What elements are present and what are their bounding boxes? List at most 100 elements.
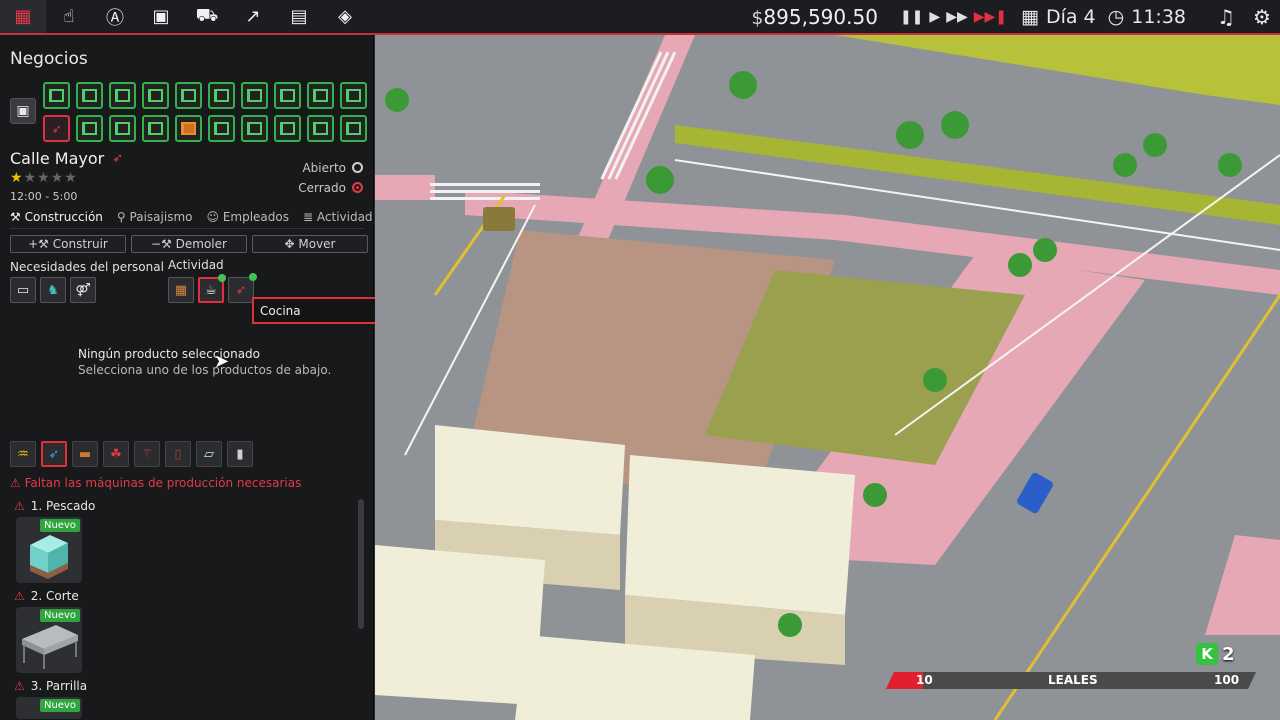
scrollbar[interactable] xyxy=(358,499,364,629)
radio-icon[interactable] xyxy=(352,162,363,173)
fish-icon[interactable]: ➶ xyxy=(41,441,67,467)
production-steps: ⚠ 1. Pescado Nuevo ⚠ 2. Corte Nuevo ⚠ 3.… xyxy=(14,497,344,720)
list-icon: ≣ xyxy=(303,210,314,224)
napkin-icon[interactable]: ▱ xyxy=(196,441,222,467)
business-slot[interactable] xyxy=(307,115,334,142)
business-slot[interactable] xyxy=(142,115,169,142)
day-display: ▦ Día 4 xyxy=(1021,6,1096,28)
tab-paisajismo[interactable]: ⚲ Paisajismo xyxy=(117,210,193,224)
tab-empleados[interactable]: ☺ Empleados xyxy=(206,210,289,224)
clock-display: ◷ 11:38 xyxy=(1108,6,1186,28)
fish-icon: ➶ xyxy=(112,151,124,166)
notification-bell-icon[interactable]: ♫ xyxy=(1208,5,1244,29)
build-button[interactable]: +⚒ Construir xyxy=(10,235,126,253)
tab-construccion[interactable]: ⚒ Construcción xyxy=(10,210,103,224)
machine-card[interactable]: Nuevo xyxy=(16,517,82,583)
business-slot[interactable] xyxy=(109,115,136,142)
new-badge: Nuevo xyxy=(39,609,80,622)
hand-money-icon[interactable]: ☝ xyxy=(46,0,92,33)
loyalty-max: 100 xyxy=(1214,673,1240,687)
tv-icon[interactable]: ▭ xyxy=(10,277,36,303)
star-icon: ★ xyxy=(64,170,78,186)
speed-controls: ❚❚ ▶ ▶▶ ▶▶❚ xyxy=(900,9,1007,25)
business-slot[interactable] xyxy=(175,82,202,109)
business-slot[interactable] xyxy=(76,82,103,109)
business-slot[interactable] xyxy=(208,82,235,109)
move-button[interactable]: ✥ Mover xyxy=(252,235,368,253)
step-title: 2. Corte xyxy=(30,589,79,603)
business-slot[interactable] xyxy=(274,115,301,142)
game-screen: ▦ ☝ Ⓐ ▣ ⛟ ↗ ▤ ◈ $895,590.50 ❚❚ ▶ ▶▶ ▶▶❚ … xyxy=(0,0,1280,720)
production-step: ⚠ 3. Parrilla Nuevo xyxy=(14,677,344,719)
box-icon[interactable]: ▣ xyxy=(10,98,36,124)
toilet-icon[interactable]: ♞ xyxy=(40,277,66,303)
currency-symbol: $ xyxy=(751,6,764,29)
business-slot[interactable] xyxy=(76,115,103,142)
crab-icon[interactable]: ☘ xyxy=(103,441,129,467)
star-icon: ★ xyxy=(23,170,38,186)
door-icon[interactable]: ▯ xyxy=(165,441,191,467)
ledger-icon[interactable]: ▤ xyxy=(276,0,322,33)
truck-icon[interactable]: ⛟ xyxy=(184,0,230,33)
loyalty-label: LEALES xyxy=(1048,673,1098,687)
build-icon: +⚒ xyxy=(28,237,53,251)
warning-icon: ⚠ xyxy=(14,499,25,513)
status-closed-option[interactable]: Cerrado xyxy=(298,178,363,198)
open-status: Abierto Cerrado xyxy=(298,158,363,198)
warning-text: ⚠ Faltan las máquinas de producción nece… xyxy=(10,476,302,490)
cabinet-icon[interactable]: ▦ xyxy=(168,277,194,303)
typography-icon[interactable]: Ⓐ xyxy=(92,0,138,33)
lobster-icon[interactable]: ⚚ xyxy=(134,441,160,467)
sink-icon[interactable]: ☕ xyxy=(198,274,226,303)
no-product-title: Ningún producto seleccionado xyxy=(78,347,261,361)
business-slot[interactable] xyxy=(109,82,136,109)
briefcase-icon[interactable]: ▣ xyxy=(138,0,184,33)
fries-icon[interactable]: ♒ xyxy=(10,441,36,467)
business-slot-selected[interactable]: ➶ xyxy=(43,115,70,142)
day-text: Día 4 xyxy=(1045,5,1096,28)
fish-grill-icon[interactable]: ➶ xyxy=(228,273,257,303)
business-slot[interactable] xyxy=(307,82,334,109)
play-icon[interactable]: ▶ xyxy=(929,9,940,25)
tab-actividad[interactable]: ≣ Actividad xyxy=(303,210,373,224)
warning-icon: ⚠ xyxy=(14,589,25,603)
menu-icon[interactable]: ▦ xyxy=(0,0,46,33)
tabs-divider xyxy=(10,228,364,229)
status-dot xyxy=(218,274,226,282)
panel-title: Negocios xyxy=(10,49,88,69)
machine-card[interactable]: Nuevo xyxy=(16,607,82,673)
restroom-icon[interactable]: ⚤ xyxy=(70,277,96,303)
sandwich-icon[interactable]: ▬ xyxy=(72,441,98,467)
business-slot[interactable] xyxy=(142,82,169,109)
business-slot[interactable] xyxy=(43,82,70,109)
machine-card[interactable]: Nuevo xyxy=(16,697,82,719)
status-open-option[interactable]: Abierto xyxy=(298,158,363,178)
no-product-subtitle: Selecciona uno de los productos de abajo… xyxy=(78,363,332,377)
opening-hours: 12:00 - 5:00 xyxy=(10,190,78,203)
demolish-button[interactable]: −⚒ Demoler xyxy=(131,235,247,253)
business-panel: Negocios ▣ ➶ Calle Mayor ➶ ★★★★★ 12:00 -… xyxy=(0,35,452,720)
people-icon: ☺ xyxy=(206,210,219,224)
step-title: 1. Pescado xyxy=(30,499,96,513)
trend-chart-icon[interactable]: ↗ xyxy=(230,0,276,33)
panel-tabs: ⚒ Construcción ⚲ Paisajismo ☺ Empleados … xyxy=(10,210,373,224)
trash-can-icon[interactable]: ▮ xyxy=(227,441,253,467)
business-slot[interactable] xyxy=(241,115,268,142)
gear-icon[interactable]: ⚙ xyxy=(1244,5,1280,29)
business-slot[interactable] xyxy=(274,82,301,109)
business-slot[interactable] xyxy=(340,82,367,109)
radio-selected-icon[interactable] xyxy=(352,182,363,193)
fast-forward-icon[interactable]: ▶▶ xyxy=(946,9,968,25)
time-text: 11:38 xyxy=(1131,5,1186,28)
pause-icon[interactable]: ❚❚ xyxy=(900,9,923,25)
k-counter: K 2 xyxy=(1196,642,1235,666)
city-map[interactable] xyxy=(375,35,1280,720)
business-slot[interactable] xyxy=(175,115,202,142)
star-icon: ★ xyxy=(10,170,24,186)
layers-icon[interactable]: ◈ xyxy=(322,0,368,33)
business-slot[interactable] xyxy=(208,115,235,142)
warning-icon: ⚠ xyxy=(14,679,25,693)
fastest-icon[interactable]: ▶▶❚ xyxy=(974,9,1007,25)
business-slot[interactable] xyxy=(241,82,268,109)
business-slot[interactable] xyxy=(340,115,367,142)
